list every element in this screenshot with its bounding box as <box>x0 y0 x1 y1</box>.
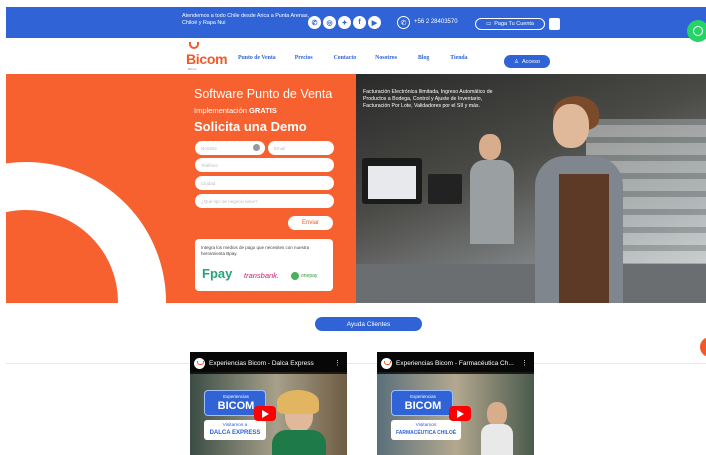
phone-icon[interactable]: ✆ <box>397 16 410 29</box>
play-button-icon[interactable] <box>254 406 276 421</box>
visit-caption: Visitamos a DALCA EXPRESS <box>204 420 266 440</box>
hero-form-panel: Software Punto de Venta Implementación G… <box>6 74 356 303</box>
onepay-logo: onepay <box>291 272 317 280</box>
city-placeholder: Ciudad <box>201 180 216 186</box>
nav-item-blog[interactable]: Blog <box>418 55 429 61</box>
cart-icon[interactable] <box>549 18 560 30</box>
service-coverage-text: Atendemos a todo Chile desde Arica a Pun… <box>182 13 310 26</box>
whatsapp-float-icon[interactable] <box>687 20 706 42</box>
onepay-icon <box>291 272 299 280</box>
video-dalca-express[interactable]: Experiencias Bicom - Dalca Express ⋮ Exp… <box>190 352 347 455</box>
name-field[interactable]: Nombre <box>195 141 265 155</box>
phone-field[interactable]: Teléfono <box>195 158 334 172</box>
top-bar: Atendemos a todo Chile desde Arica a Pun… <box>6 7 706 38</box>
video-title[interactable]: Experiencias Bicom - Dalca Express <box>209 360 314 367</box>
business-type-placeholder: ¿Qué tipo de negocio tiene? <box>201 198 258 204</box>
page: Atendemos a todo Chile desde Arica a Pun… <box>0 0 706 455</box>
transbank-logo: transbank. <box>244 271 280 280</box>
card-terminal <box>428 174 462 204</box>
hero-implementation: Implementación GRATIS <box>194 106 277 115</box>
pay-account-button[interactable]: ▭ Paga Tu Cuenta <box>475 18 545 30</box>
phone-placeholder: Teléfono <box>201 162 219 168</box>
logo-text: Bicom <box>186 51 228 67</box>
instagram-icon[interactable]: ◎ <box>323 16 336 29</box>
play-button-icon[interactable] <box>449 406 471 421</box>
login-button[interactable]: ♙ Acceso <box>504 55 550 68</box>
chat-icon[interactable] <box>700 337 706 357</box>
channel-avatar-icon[interactable] <box>194 358 205 369</box>
phone-number[interactable]: +56 2 28403570 <box>414 19 458 25</box>
request-demo-heading: Solicita una Demo <box>194 119 307 134</box>
experiences-badge: Experiencias BICOM <box>391 390 453 416</box>
name-placeholder: Nombre <box>201 145 218 151</box>
customer-help-button[interactable]: Ayuda Clientes <box>315 317 422 331</box>
business-type-field[interactable]: ¿Qué tipo de negocio tiene? <box>195 194 334 208</box>
youtube-icon[interactable]: ▶ <box>368 16 381 29</box>
logo[interactable]: Bicom Bicom <box>186 42 232 72</box>
video-farmaceutica-chiloe[interactable]: Experiencias Bicom - Farmacéutica Ch... … <box>377 352 534 455</box>
hero-title: Software Punto de Venta <box>194 87 333 101</box>
main-nav: Punto de Venta Precios Contacto Nosotros… <box>238 55 468 61</box>
user-icon: ♙ <box>514 58 519 65</box>
social-links: ✆ ◎ ✦ f ▶ <box>308 16 381 29</box>
twitter-icon[interactable]: ✦ <box>338 16 351 29</box>
visit-caption: Visitamos FARMACÉUTICA CHILOÉ <box>391 420 461 440</box>
send-button[interactable]: Enviar <box>288 216 333 230</box>
contact-card-icon <box>253 144 260 151</box>
implementation-text: Implementación <box>194 106 247 115</box>
logo-mark-icon <box>189 42 199 49</box>
nav-item-tienda[interactable]: Tienda <box>450 55 467 61</box>
credit-card-icon: ▭ <box>486 21 492 27</box>
email-field[interactable]: Email <box>268 141 334 155</box>
hero-photo: Facturación Electrónica Ilimitada, Ingre… <box>356 74 706 303</box>
facebook-icon[interactable]: f <box>353 16 366 29</box>
nav-item-contacto[interactable]: Contacto <box>334 55 357 61</box>
video-header: Experiencias Bicom - Dalca Express ⋮ <box>190 352 347 374</box>
more-options-icon[interactable]: ⋮ <box>521 359 528 367</box>
nav-item-punto-de-venta[interactable]: Punto de Venta <box>238 55 276 61</box>
payment-methods-card: Integra los medios de pago que necesites… <box>195 239 333 291</box>
video-header: Experiencias Bicom - Farmacéutica Ch... … <box>377 352 534 374</box>
section-divider <box>6 363 706 364</box>
more-options-icon[interactable]: ⋮ <box>334 359 341 367</box>
email-placeholder: Email <box>274 145 286 151</box>
whatsapp-icon[interactable]: ✆ <box>308 16 321 29</box>
nav-item-nosotros[interactable]: Nosotros <box>375 55 397 61</box>
video-title[interactable]: Experiencias Bicom - Farmacéutica Ch... <box>396 360 514 367</box>
pos-screen <box>368 166 416 199</box>
customer-figure <box>468 134 514 244</box>
city-field[interactable]: Ciudad <box>195 176 334 190</box>
features-caption: Facturación Electrónica Ilimitada, Ingre… <box>363 89 493 109</box>
nav-item-precios[interactable]: Precios <box>295 55 313 61</box>
logo-tagline: Bicom <box>188 67 197 71</box>
cashier-figure <box>531 94 623 303</box>
pay-account-label: Paga Tu Cuenta <box>494 21 534 27</box>
login-label: Acceso <box>521 58 540 65</box>
decorative-arc <box>6 162 166 303</box>
channel-avatar-icon[interactable] <box>381 358 392 369</box>
payment-text: Integra los medios de pago que necesites… <box>201 245 310 256</box>
fpay-logo: Fpay <box>202 266 233 281</box>
implementation-free: GRATIS <box>249 106 277 115</box>
